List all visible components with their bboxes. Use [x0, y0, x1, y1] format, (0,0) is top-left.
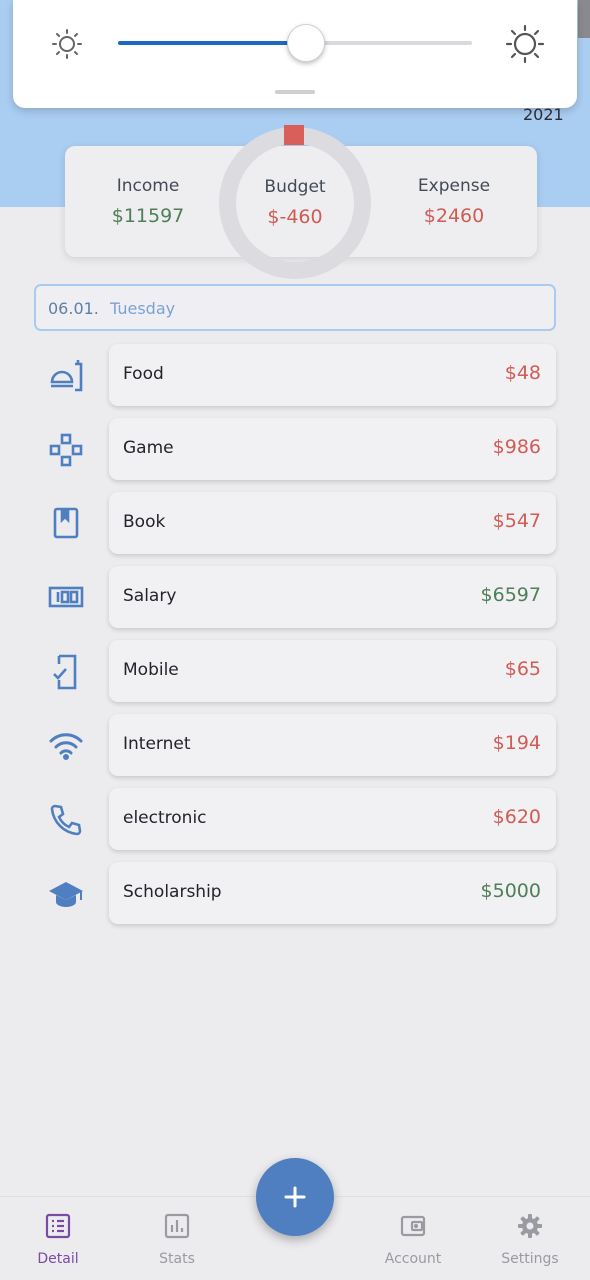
item-name: Scholarship — [123, 882, 222, 902]
item-amount: $620 — [492, 806, 541, 828]
date-weekday: Tuesday — [110, 299, 176, 318]
mobile-icon — [46, 652, 86, 692]
wifi-icon — [46, 726, 86, 766]
add-transaction-button[interactable] — [256, 1158, 334, 1236]
nav-stats[interactable]: Stats — [127, 1197, 227, 1280]
food-icon — [46, 356, 86, 396]
item-name: Book — [123, 512, 166, 532]
list-item[interactable]: Scholarship $5000 — [109, 862, 556, 924]
nav-settings[interactable]: Settings — [480, 1197, 580, 1280]
nav-detail-label: Detail — [37, 1251, 79, 1267]
budget-value: $-460 — [267, 206, 323, 228]
list-item[interactable]: Book $547 — [109, 492, 556, 554]
nav-account[interactable]: Account — [363, 1197, 463, 1280]
item-amount: $547 — [492, 510, 541, 532]
status-bar-edge — [578, 0, 590, 38]
money-icon — [46, 578, 86, 618]
list-item[interactable]: Internet $194 — [109, 714, 556, 776]
item-amount: $194 — [492, 732, 541, 754]
phone-icon — [46, 800, 86, 840]
list-item[interactable]: Game $986 — [109, 418, 556, 480]
brightness-slider-thumb[interactable] — [286, 24, 325, 62]
nav-detail[interactable]: Detail — [8, 1197, 108, 1280]
date-day: 06.01. — [48, 299, 99, 318]
list-item[interactable]: Salary $6597 — [109, 566, 556, 628]
list-item[interactable]: Food $48 — [109, 344, 556, 406]
year-label: 2021 — [523, 105, 564, 124]
list-item[interactable]: Mobile $65 — [109, 640, 556, 702]
panel-drag-handle[interactable] — [275, 90, 315, 94]
income-value: $11597 — [111, 205, 185, 227]
budget-ring — [219, 127, 371, 279]
item-name: Food — [123, 364, 164, 384]
item-amount: $65 — [504, 658, 541, 680]
item-amount: $986 — [492, 436, 541, 458]
item-amount: $6597 — [480, 584, 541, 606]
list-item[interactable]: electronic $620 — [109, 788, 556, 850]
item-name: Salary — [123, 586, 177, 606]
budget-label: Budget — [264, 177, 326, 197]
nav-settings-label: Settings — [501, 1251, 559, 1267]
brightness-low-icon — [51, 24, 83, 68]
brightness-high-icon — [505, 24, 545, 68]
item-name: electronic — [123, 808, 207, 828]
item-name: Mobile — [123, 660, 179, 680]
gamepad-icon — [46, 430, 86, 470]
item-name: Internet — [123, 734, 191, 754]
date-header[interactable]: 06.01. Tuesday — [34, 284, 556, 331]
item-amount: $48 — [504, 362, 541, 384]
book-icon — [46, 504, 86, 544]
item-name: Game — [123, 438, 174, 458]
item-amount: $5000 — [480, 880, 541, 902]
graduation-cap-icon — [46, 874, 86, 914]
nav-account-label: Account — [384, 1251, 442, 1267]
brightness-slider-fill — [118, 41, 306, 45]
budget-ring-marker — [284, 125, 304, 145]
expense-label: Expense — [417, 176, 491, 196]
income-label: Income — [116, 176, 180, 196]
nav-stats-label: Stats — [159, 1251, 195, 1267]
expense-value: $2460 — [423, 205, 485, 227]
brightness-panel — [13, 0, 577, 108]
